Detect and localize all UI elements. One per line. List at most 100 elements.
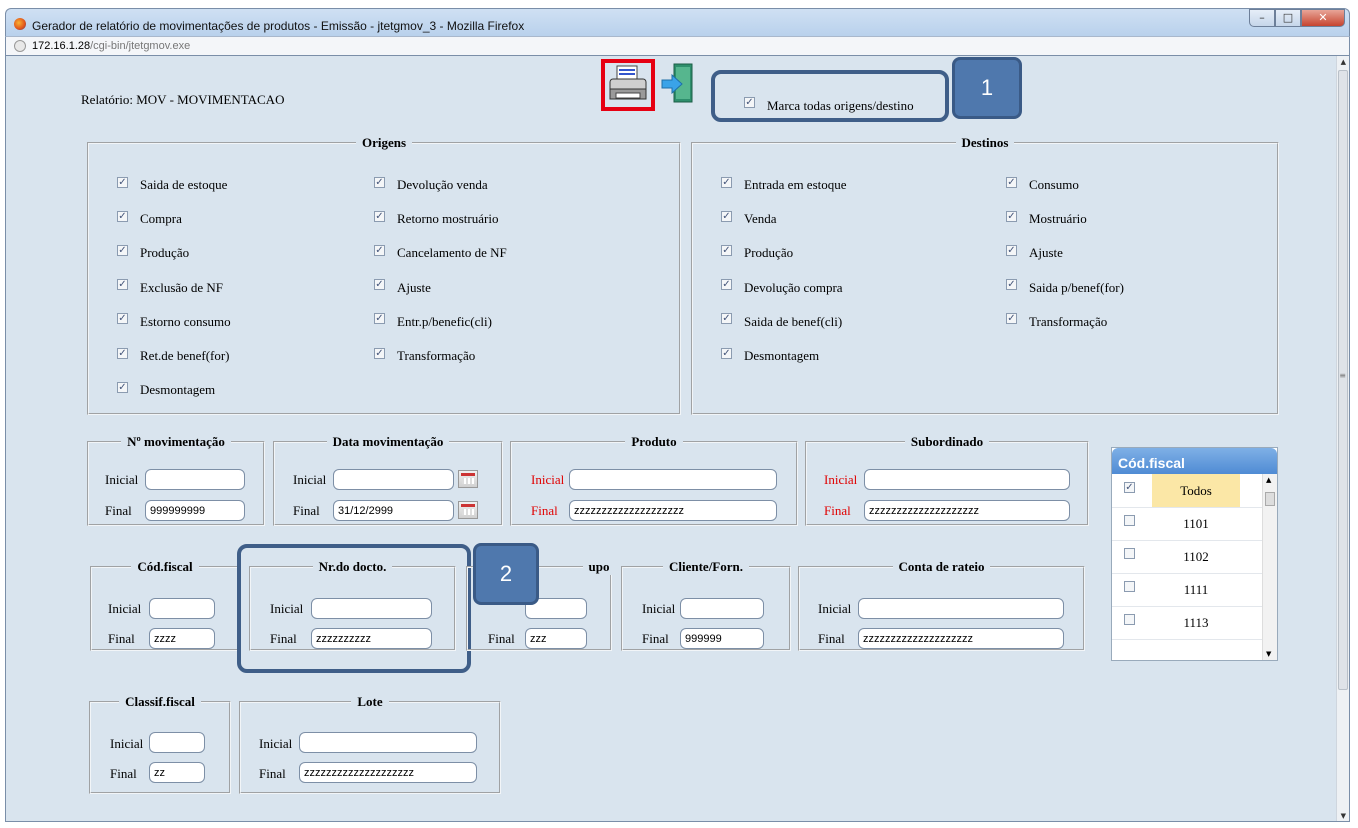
nr-mov-final-input[interactable] [145,500,245,521]
close-button[interactable]: ✕ [1301,9,1345,27]
exit-button[interactable] [660,62,694,106]
produto-inicial-input[interactable] [569,469,777,490]
checkbox-check-icon[interactable]: ✓ [721,210,732,222]
exit-door-icon [661,63,693,103]
checkbox-check-icon[interactable]: ✓ [1006,210,1017,222]
cod-fiscal-row-checkbox[interactable]: ✓ [1124,482,1135,493]
origem-option-checkbox[interactable]: ✓ Ret.de benef(for) [117,345,230,363]
classif-fiscal-inicial-input[interactable] [149,732,205,753]
origem-option-checkbox[interactable]: ✓ Estorno consumo [117,311,231,329]
checkbox-check-icon[interactable]: ✓ [1006,279,1017,291]
destino-option-checkbox[interactable]: ✓ Venda [721,208,777,226]
scroll-down-icon[interactable]: ▼ [1341,812,1346,820]
origem-option-checkbox[interactable]: ✓ Transformação [374,345,475,363]
destino-option-checkbox[interactable]: ✓ Mostruário [1006,208,1087,226]
destino-option-checkbox[interactable]: ✓ Devolução compra [721,277,843,295]
produto-final-input[interactable] [569,500,777,521]
cod-fiscal-row-checkbox[interactable] [1124,581,1135,592]
list-scroll-down-icon[interactable]: ▼ [1266,650,1271,658]
origem-option-checkbox[interactable]: ✓ Compra [117,208,182,226]
origem-option-checkbox[interactable]: ✓ Cancelamento de NF [374,242,507,260]
checkbox-check-icon[interactable]: ✓ [721,347,732,359]
origem-option-checkbox[interactable]: ✓ Produção [117,242,189,260]
origem-option-checkbox[interactable]: ✓ Retorno mostruário [374,208,498,226]
minimize-button[interactable]: – [1249,9,1275,27]
checkbox-check-icon[interactable]: ✓ [117,279,128,291]
checkbox-check-icon[interactable]: ✓ [1006,244,1017,256]
calendar-icon[interactable] [458,470,478,488]
checkbox-check-icon[interactable]: ✓ [374,279,385,291]
origem-option-checkbox[interactable]: ✓ Devolução venda [374,174,488,192]
checkbox-check-icon[interactable]: ✓ [374,210,385,222]
cod-fiscal-list-scrollbar[interactable]: ▲ ▼ [1262,474,1277,660]
destino-option-checkbox[interactable]: ✓ Entrada em estoque [721,174,847,192]
cod-fiscal-final-input[interactable] [149,628,215,649]
lote-final-input[interactable] [299,762,477,783]
destino-option-checkbox[interactable]: ✓ Saida p/benef(for) [1006,277,1124,295]
print-button[interactable] [601,59,655,111]
page-content: ▲ ≡ ▼ Relatório: MOV - MOVIMENTACAO ✓ Ma… [5,56,1350,822]
lote-inicial-input[interactable] [299,732,477,753]
origem-option-checkbox[interactable]: ✓ Ajuste [374,277,431,295]
origem-option-checkbox[interactable]: ✓ Entr.p/benefic(cli) [374,311,492,329]
checkbox-check-icon[interactable]: ✓ [117,381,128,393]
scroll-up-icon[interactable]: ▲ [1341,58,1346,66]
cod-fiscal-inicial-input[interactable] [149,598,215,619]
origem-option-checkbox[interactable]: ✓ Exclusão de NF [117,277,223,295]
destino-option-checkbox[interactable]: ✓ Consumo [1006,174,1079,192]
cod-fiscal-list-row[interactable]: 1102 [1112,540,1262,574]
checkbox-check-icon[interactable]: ✓ [117,176,128,188]
page-scrollbar[interactable]: ▲ ≡ ▼ [1336,56,1349,821]
cod-fiscal-row-checkbox[interactable] [1124,614,1135,625]
cod-fiscal-row-code: 1111 [1183,582,1209,597]
destino-option-checkbox[interactable]: ✓ Desmontagem [721,345,819,363]
cod-fiscal-row-checkbox[interactable] [1124,515,1135,526]
checkbox-check-icon[interactable]: ✓ [374,313,385,325]
origem-option-checkbox[interactable]: ✓ Desmontagem [117,379,215,397]
lote-legend: Lote [357,694,383,709]
nr-mov-inicial-input[interactable] [145,469,245,490]
checkbox-check-icon[interactable]: ✓ [1006,313,1017,325]
cliente-inicial-input[interactable] [680,598,764,619]
origem-option-label: Devolução venda [397,177,488,192]
checkbox-check-icon[interactable]: ✓ [374,347,385,359]
checkbox-check-icon[interactable]: ✓ [117,347,128,359]
callout-badge-2: 2 [473,543,539,605]
cod-fiscal-list-row[interactable]: 1101 [1112,507,1262,541]
grupo-final-input[interactable] [525,628,587,649]
subordinado-inicial-input[interactable] [864,469,1070,490]
checkbox-check-icon[interactable]: ✓ [1006,176,1017,188]
url-text[interactable]: 172.16.1.28/cgi-bin/jtetgmov.exe [32,40,190,52]
destino-option-checkbox[interactable]: ✓ Transformação [1006,311,1107,329]
checkbox-check-icon[interactable]: ✓ [117,313,128,325]
checkbox-check-icon[interactable]: ✓ [721,176,732,188]
cod-fiscal-row-checkbox[interactable] [1124,548,1135,559]
destino-option-checkbox[interactable]: ✓ Ajuste [1006,242,1063,260]
destino-option-checkbox[interactable]: ✓ Saida de benef(cli) [721,311,842,329]
destino-option-checkbox[interactable]: ✓ Produção [721,242,793,260]
classif-fiscal-final-input[interactable] [149,762,205,783]
cod-fiscal-list-row[interactable]: 1113 [1112,606,1262,640]
conta-rateio-inicial-input[interactable] [858,598,1064,619]
cliente-final-input[interactable] [680,628,764,649]
checkbox-check-icon[interactable]: ✓ [721,279,732,291]
scroll-thumb[interactable] [1338,70,1348,690]
list-scroll-up-icon[interactable]: ▲ [1266,476,1271,484]
cod-fiscal-list-row[interactable]: ✓ Todos [1112,474,1262,508]
checkbox-check-icon[interactable]: ✓ [721,313,732,325]
subordinado-final-input[interactable] [864,500,1070,521]
address-bar[interactable]: 172.16.1.28/cgi-bin/jtetgmov.exe [5,36,1350,56]
cod-fiscal-list-row[interactable]: 1111 [1112,573,1262,607]
checkbox-check-icon[interactable]: ✓ [374,176,385,188]
checkbox-check-icon[interactable]: ✓ [721,244,732,256]
checkbox-check-icon[interactable]: ✓ [374,244,385,256]
data-mov-final-input[interactable] [333,500,454,521]
conta-rateio-final-input[interactable] [858,628,1064,649]
maximize-button[interactable]: □ [1275,9,1301,27]
list-scroll-thumb[interactable] [1265,492,1275,506]
checkbox-check-icon[interactable]: ✓ [117,210,128,222]
origem-option-checkbox[interactable]: ✓ Saida de estoque [117,174,227,192]
checkbox-check-icon[interactable]: ✓ [117,244,128,256]
calendar-icon[interactable] [458,501,478,519]
data-mov-inicial-input[interactable] [333,469,454,490]
